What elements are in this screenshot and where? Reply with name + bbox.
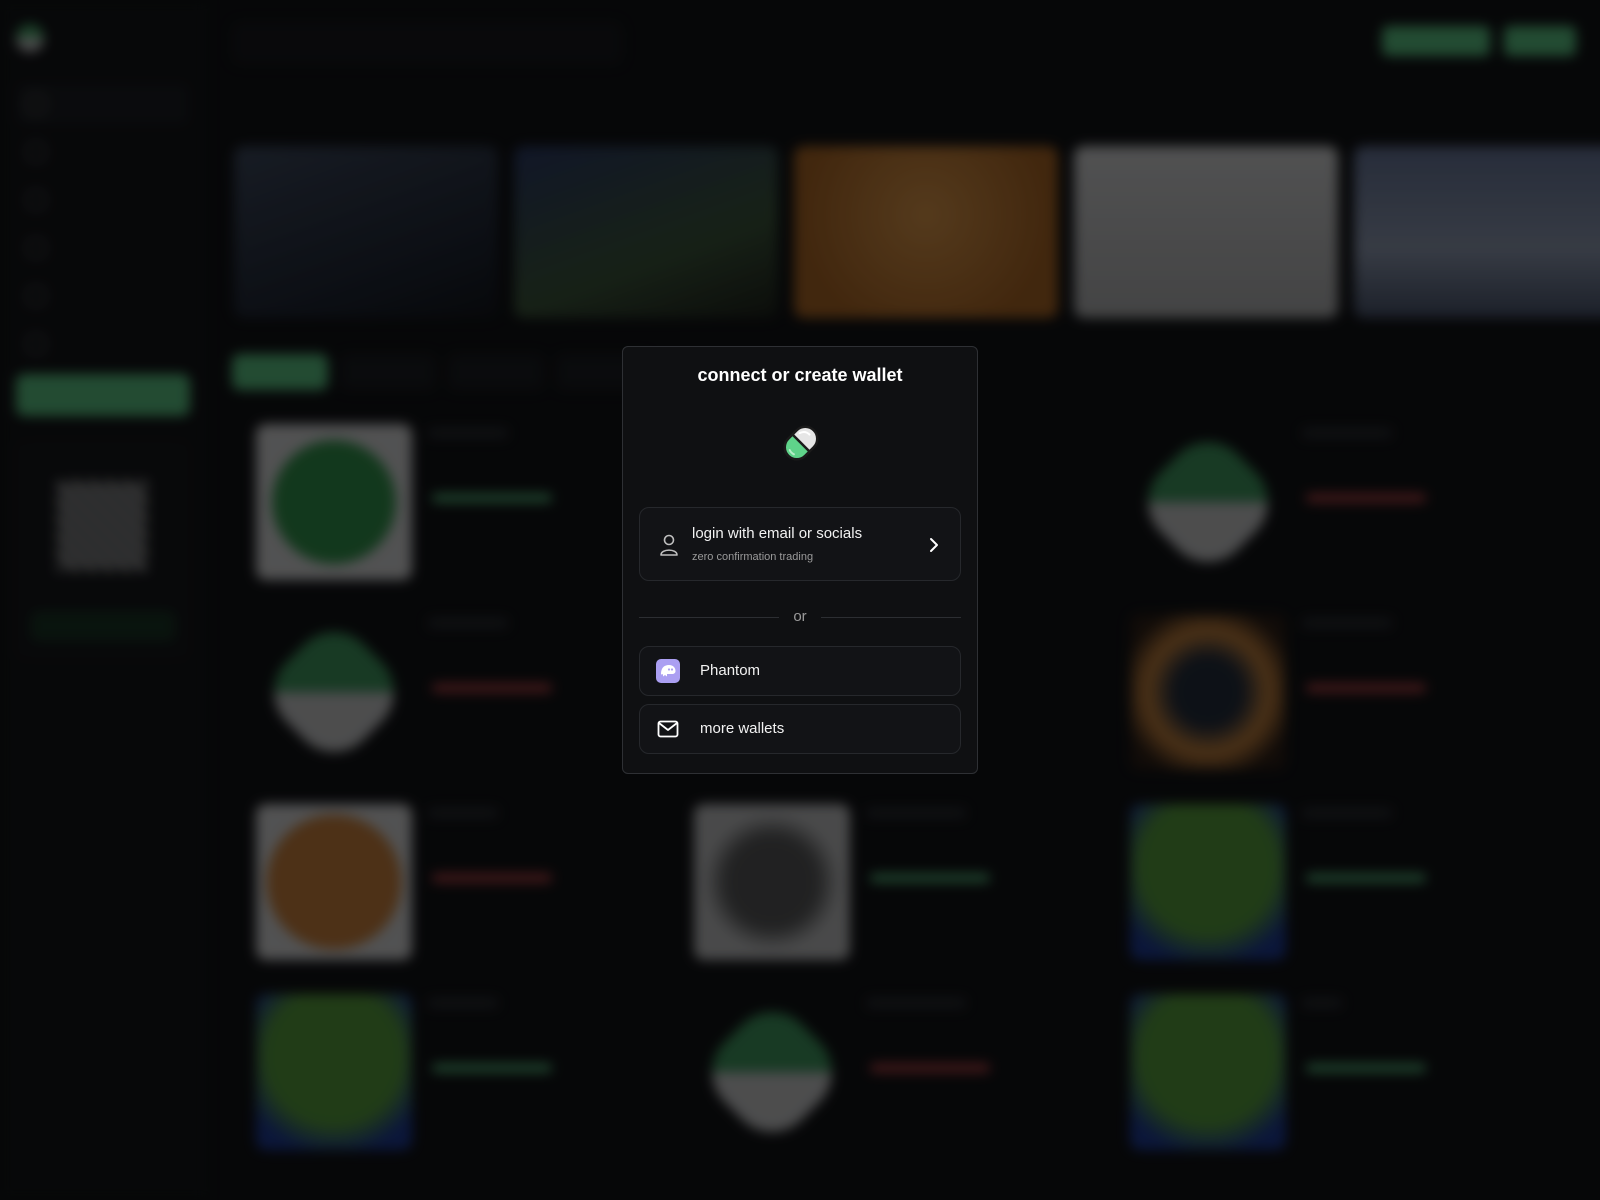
login-title: login with email or socials bbox=[692, 525, 863, 542]
more-wallets-button[interactable]: more wallets bbox=[639, 704, 961, 754]
login-subtitle: zero confirmation trading bbox=[692, 551, 814, 563]
pill-icon bbox=[783, 425, 819, 461]
chevron-right-icon bbox=[930, 538, 938, 552]
divider-line bbox=[821, 617, 961, 618]
or-divider: or bbox=[639, 607, 961, 627]
login-email-socials-button[interactable]: login with email or socials zero confirm… bbox=[639, 507, 961, 581]
phantom-wallet-button[interactable]: Phantom bbox=[639, 646, 961, 696]
modal-title: connect or create wallet bbox=[697, 365, 903, 385]
phantom-ghost-icon bbox=[656, 659, 680, 683]
more-wallets-label: more wallets bbox=[700, 720, 785, 737]
person-icon bbox=[660, 534, 678, 556]
connect-wallet-modal: connect or create wallet login with emai… bbox=[622, 346, 978, 774]
phantom-label: Phantom bbox=[700, 662, 761, 679]
mail-icon bbox=[657, 720, 679, 738]
